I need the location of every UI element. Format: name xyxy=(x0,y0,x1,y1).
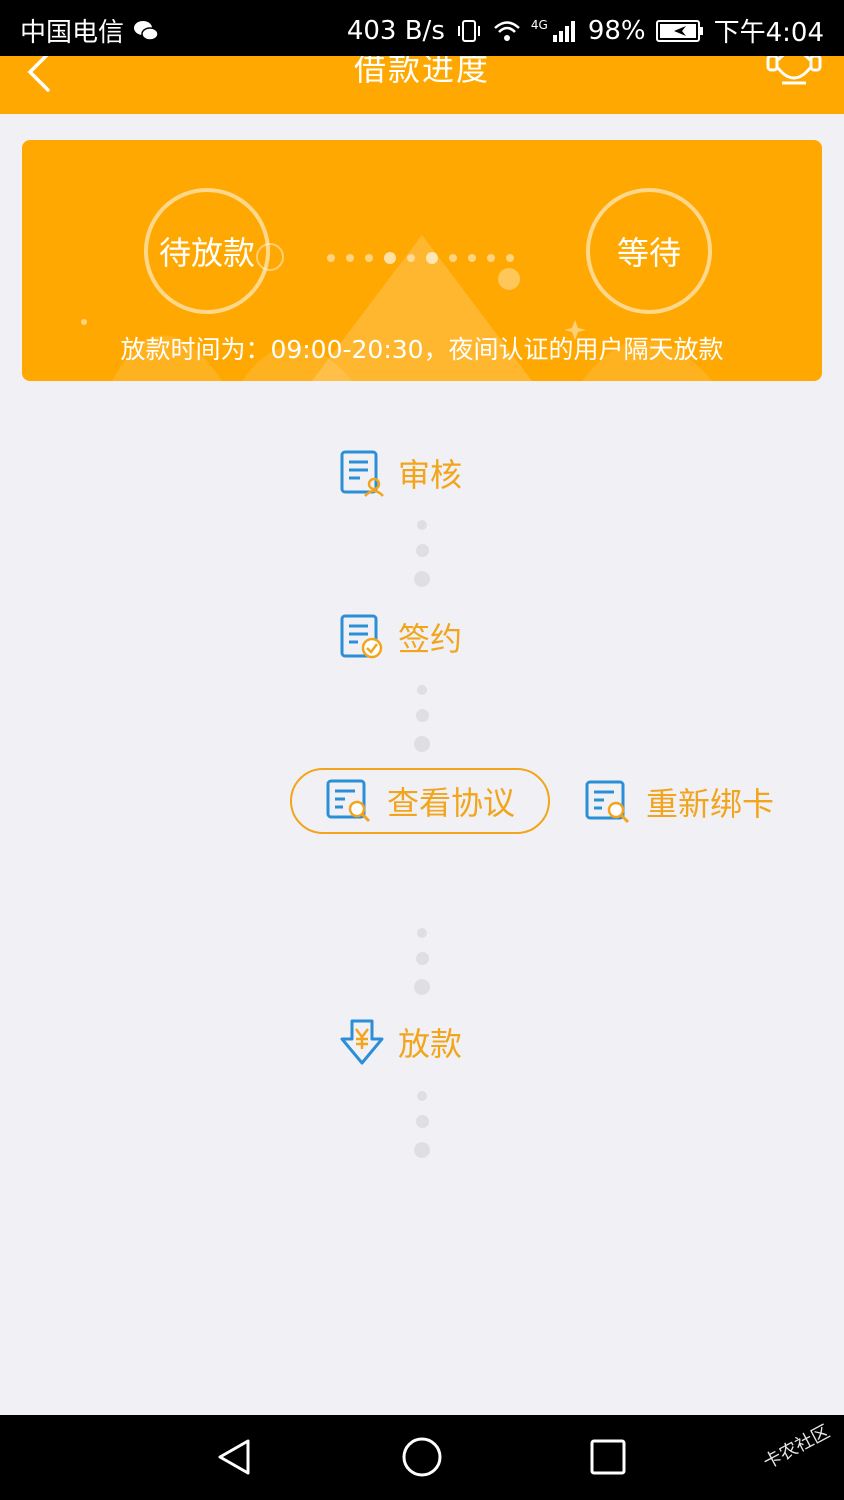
view-protocol-button[interactable]: 查看协议 xyxy=(290,768,550,834)
nav-back-icon[interactable] xyxy=(214,1437,254,1477)
step-loan: 放款 xyxy=(338,1017,462,1067)
step-audit-label: 审核 xyxy=(398,456,463,494)
loan-time-note: 放款时间为：09:00-20:30，夜间认证的用户隔天放款 xyxy=(120,335,724,364)
watermark-logo: 卡农社区 xyxy=(759,1421,834,1474)
step-connector-3 xyxy=(414,928,430,1009)
clock: 下午4:04 xyxy=(713,18,824,48)
network-speed: 403 B/s xyxy=(346,15,445,46)
status-ring-left: 待放款 xyxy=(144,188,270,314)
sign-document-icon xyxy=(340,614,383,659)
view-protocol-label: 查看协议 xyxy=(386,784,515,822)
step-loan-label: 放款 xyxy=(398,1025,463,1063)
signal-icon xyxy=(552,20,575,42)
status-ring-right: 等待 xyxy=(586,188,712,314)
customer-service-icon[interactable] xyxy=(766,56,822,88)
step-sign: 签约 xyxy=(338,612,462,662)
rebind-card-label: 重新绑卡 xyxy=(646,785,775,823)
carrier-label: 中国电信 xyxy=(20,18,125,48)
step-connector-2 xyxy=(414,685,430,766)
battery-icon xyxy=(655,19,703,42)
progress-banner: 待放款 等待 放款时间为：09:00-20:30，夜间认证的用户隔天放款 xyxy=(22,140,822,381)
step-connector-4 xyxy=(414,1091,430,1172)
vibrate-icon xyxy=(457,19,480,42)
step-audit: 审核 xyxy=(338,448,462,498)
system-nav-bar: 卡农社区 xyxy=(0,1415,844,1500)
wechat-icon xyxy=(134,20,159,41)
document-search-icon xyxy=(585,780,630,824)
document-search-icon xyxy=(326,779,371,823)
audit-document-icon xyxy=(340,450,384,497)
status-bar: 中国电信 403 B/s 4G 98% 下午4:04 xyxy=(0,0,844,56)
network-type: 4G xyxy=(530,17,548,32)
rebind-card-button[interactable]: 重新绑卡 xyxy=(584,772,774,832)
nav-home-icon[interactable] xyxy=(400,1435,444,1479)
battery-percent: 98% xyxy=(587,15,646,46)
wifi-icon xyxy=(494,20,520,41)
page-title: 借款进度 xyxy=(353,56,490,88)
step-connector-1 xyxy=(414,520,430,601)
step-sign-label: 签约 xyxy=(398,620,463,658)
status-pending-loan: 待放款 xyxy=(158,234,255,272)
status-waiting: 等待 xyxy=(616,234,681,272)
app-header: 借款进度 xyxy=(0,56,844,114)
yuan-download-icon xyxy=(340,1019,384,1065)
nav-recent-apps-icon[interactable] xyxy=(590,1439,626,1475)
progress-dots xyxy=(327,252,514,264)
